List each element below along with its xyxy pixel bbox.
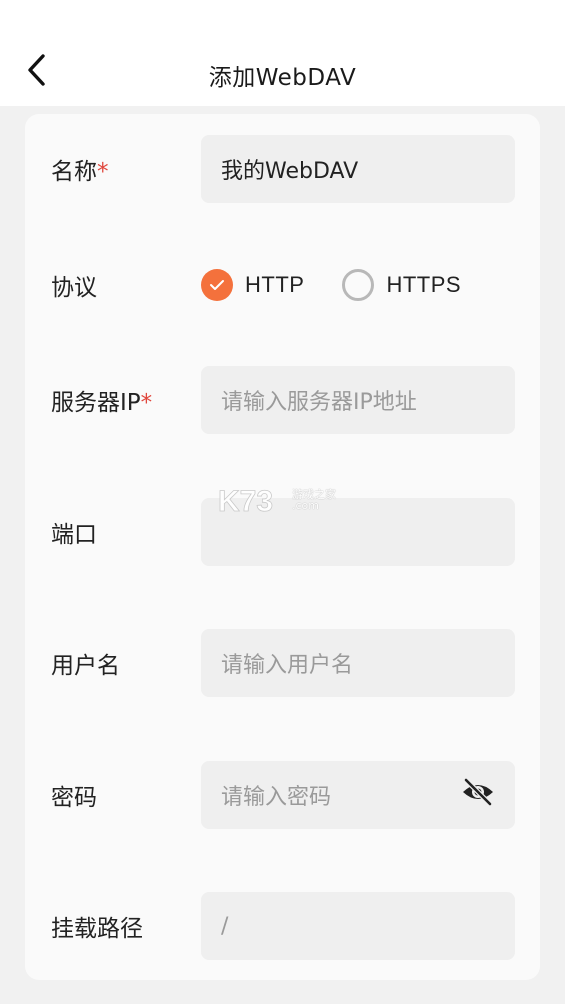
password-input[interactable]: 请输入密码 (201, 761, 515, 829)
protocol-label: 协议 (51, 275, 97, 301)
name-input[interactable]: 我的WebDAV (201, 135, 515, 203)
name-label-text: 名称 (51, 159, 97, 185)
app-bar: 添加WebDAV (0, 38, 565, 106)
server-ip-placeholder: 请输入服务器IP地址 (221, 390, 417, 415)
protocol-option-label: HTTPS (386, 272, 462, 297)
battery-icon (541, 8, 555, 34)
protocol-option-https[interactable]: HTTPS (342, 269, 461, 301)
server-ip-label: 服务器IP* (51, 383, 152, 417)
page-title: 添加WebDAV (208, 65, 357, 91)
status-bar: 5:33 (0, 0, 565, 38)
wifi-icon (513, 10, 535, 32)
mount-path-input[interactable]: / (201, 892, 515, 960)
port-input[interactable] (201, 498, 515, 566)
required-mark: * (140, 390, 153, 416)
radio-checked[interactable] (201, 269, 233, 301)
form-row-server-ip: 服务器IP* 请输入服务器IP地址 (25, 366, 540, 434)
password-label: 密码 (51, 785, 97, 811)
username-label: 用户名 (51, 653, 120, 679)
port-label: 端口 (51, 522, 97, 548)
username-placeholder: 请输入用户名 (221, 653, 354, 678)
username-input[interactable]: 请输入用户名 (201, 629, 515, 697)
form-row-port: 端口 (25, 498, 540, 566)
status-time: 5:33 (12, 6, 51, 28)
status-icons (513, 8, 555, 34)
form-row-username: 用户名 请输入用户名 (25, 629, 540, 697)
protocol-option-http[interactable]: HTTP (201, 269, 304, 301)
password-visibility-toggle[interactable] (459, 777, 497, 813)
name-input-value: 我的WebDAV (221, 159, 359, 184)
check-icon (209, 276, 225, 295)
server-ip-label-text: 服务器IP (51, 390, 141, 416)
form-row-protocol: 协议 HTTP HTTPS (25, 251, 540, 319)
form-row-password: 密码 请输入密码 (25, 761, 540, 829)
required-mark: * (97, 159, 109, 185)
form-row-name: 名称* 我的WebDAV (25, 135, 540, 203)
form-row-mount-path: 挂载路径 / (25, 892, 540, 960)
password-placeholder: 请输入密码 (221, 785, 332, 810)
mount-path-label: 挂载路径 (51, 916, 143, 942)
mount-path-value: / (221, 913, 229, 939)
webdav-form: 名称* 我的WebDAV 协议 HTTP HTTPS 服务器IP* 请输入服务器… (25, 114, 540, 980)
protocol-option-label: HTTP (245, 272, 305, 297)
protocol-radio-group: HTTP HTTPS (201, 251, 499, 319)
radio-unchecked[interactable] (342, 269, 375, 301)
name-label: 名称* (51, 152, 109, 186)
server-ip-input[interactable]: 请输入服务器IP地址 (201, 366, 515, 434)
eye-off-icon (460, 777, 496, 813)
